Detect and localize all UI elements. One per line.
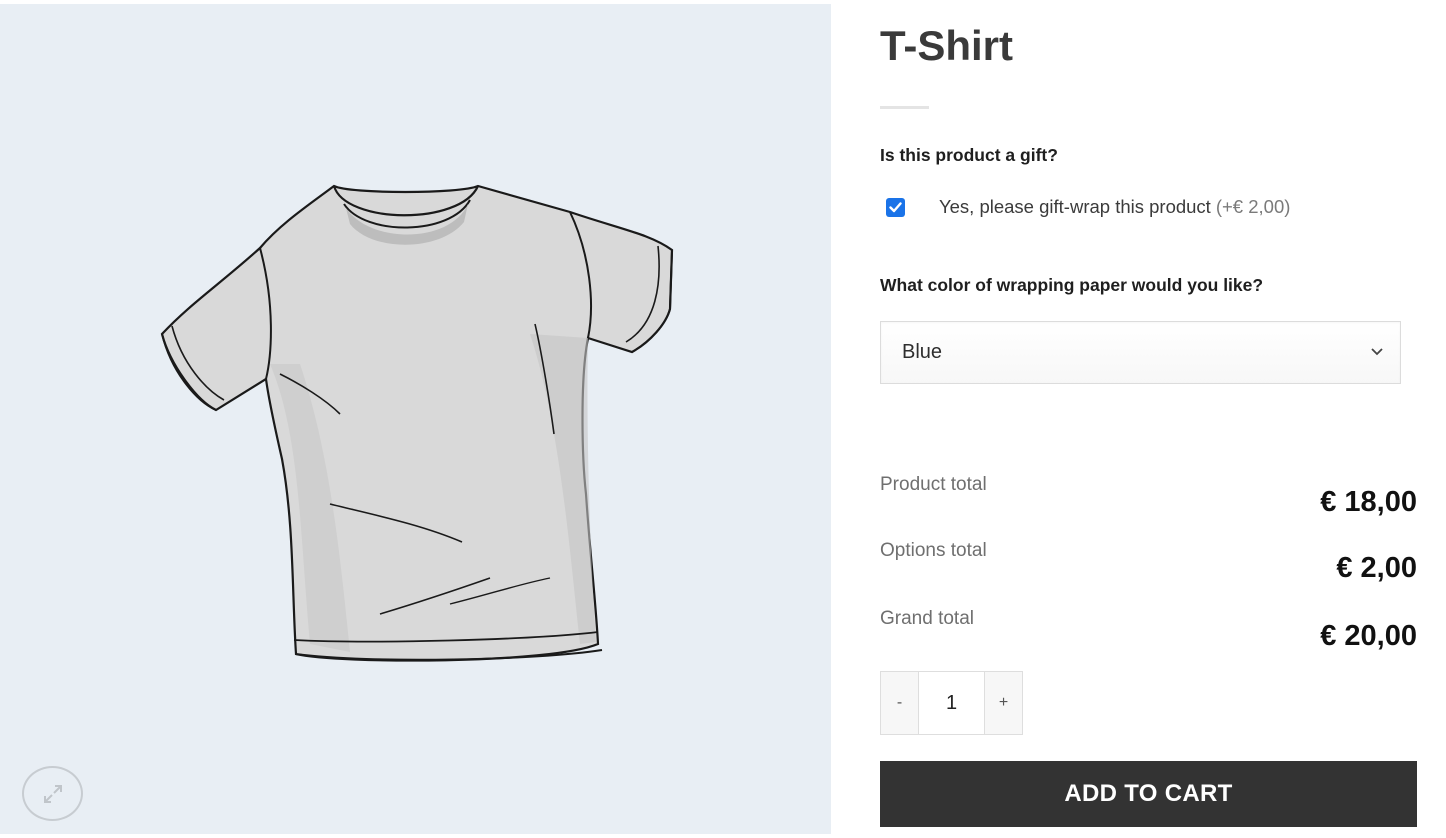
zoom-button[interactable] [22,766,83,821]
chevron-down-icon [1371,348,1383,356]
quantity-increase-button[interactable]: + [985,672,1022,734]
wrap-color-question-label: What color of wrapping paper would you l… [880,275,1264,295]
product-total-value: € 18,00 [1320,486,1417,518]
product-total-row: Product total € 18,00 [880,474,1417,518]
quantity-decrease-button[interactable]: - [881,672,918,734]
gift-wrap-price: (+€ 2,00) [1215,196,1291,217]
product-total-label: Product total [880,474,987,495]
quantity-input[interactable] [918,672,985,734]
gift-wrap-label: Yes, please gift-wrap this product (+€ 2,… [939,196,1291,217]
product-title: T-Shirt [880,22,1013,69]
options-total-label: Options total [880,540,987,561]
grand-total-value: € 20,00 [1320,620,1417,652]
gift-wrap-checkbox[interactable] [886,197,905,217]
title-divider [880,106,929,109]
grand-total-label: Grand total [880,608,974,629]
grand-total-row: Grand total € 20,00 [880,608,1417,652]
wrap-color-select[interactable]: Blue [880,321,1401,384]
quantity-stepper: - + [880,671,1023,735]
add-to-cart-button[interactable]: ADD TO CART [880,761,1417,827]
checkmark-icon [889,201,902,212]
product-gallery [0,4,831,834]
options-total-value: € 2,00 [1336,552,1417,584]
tshirt-image [160,184,674,662]
expand-arrows-icon [43,784,62,803]
gift-wrap-option[interactable]: Yes, please gift-wrap this product (+€ 2,… [886,196,1290,218]
options-total-row: Options total € 2,00 [880,540,1417,584]
wrap-color-selected-value: Blue [902,341,943,363]
gift-question-label: Is this product a gift? [880,145,1058,165]
